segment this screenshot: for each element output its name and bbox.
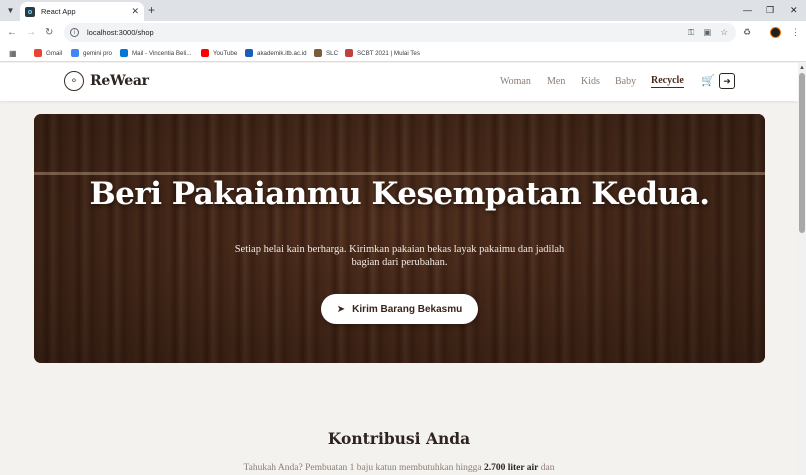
cart-icon[interactable]: 🛒 xyxy=(701,74,715,87)
site-header: ⚬ ReWear Woman Men Kids Baby Recycle 🛒 ➜ xyxy=(0,63,798,101)
logout-icon[interactable]: ➜ xyxy=(719,73,735,89)
send-items-label: Kirim Barang Bekasmu xyxy=(352,303,463,315)
tab-close-icon[interactable]: ✕ xyxy=(131,6,139,17)
contribution-text-start: Tahukah Anda? Pembuatan 1 baju katun mem… xyxy=(243,463,484,473)
bookmark-akademik[interactable]: akademik.itb.ac.id xyxy=(245,47,307,59)
scroll-up-arrow-icon[interactable]: ▲ xyxy=(799,65,805,71)
itb-icon xyxy=(245,49,253,57)
contribution-text-end: dan xyxy=(538,463,555,473)
bookmark-gmail[interactable]: Gmail xyxy=(34,47,62,59)
bookmark-youtube[interactable]: YouTube xyxy=(201,47,237,59)
restore-icon[interactable]: ❐ xyxy=(766,3,774,17)
tab-title: React App xyxy=(41,7,76,16)
site-info-icon[interactable]: i xyxy=(70,28,79,37)
page-viewport: ⚬ ReWear Woman Men Kids Baby Recycle 🛒 ➜… xyxy=(0,63,798,475)
bookmark-slc[interactable]: SLC xyxy=(314,47,338,59)
bookmarks-bar: ▦ Gmail gemini pro Mail - Vincentia Beli… xyxy=(0,44,806,62)
bookmark-gemini[interactable]: gemini pro xyxy=(71,47,112,59)
new-tab-icon[interactable]: + xyxy=(148,4,155,16)
forward-icon[interactable]: → xyxy=(26,26,36,39)
browser-tab[interactable]: React App ✕ xyxy=(20,2,144,21)
contribution-title: Kontribusi Anda xyxy=(327,429,471,448)
slc-icon xyxy=(314,49,322,57)
outlook-icon xyxy=(120,49,128,57)
brand-logo[interactable]: ⚬ ReWear xyxy=(64,71,149,91)
bookmark-mail[interactable]: Mail - Vincentia Beli... xyxy=(120,47,191,59)
window-close-icon[interactable]: ✕ xyxy=(790,3,798,17)
apps-grid-icon[interactable]: ▦ xyxy=(9,47,17,59)
hero-title: Beri Pakaianmu Kesempatan Kedua. xyxy=(89,176,710,212)
hero-background-image xyxy=(34,114,765,363)
react-favicon-icon xyxy=(25,6,35,17)
reload-icon[interactable]: ↻ xyxy=(45,26,53,39)
send-items-button[interactable]: ➤ Kirim Barang Bekasmu xyxy=(321,294,478,324)
browser-tabstrip: ▼ React App ✕ + — ❐ ✕ xyxy=(0,0,806,21)
bookmark-label: Gmail xyxy=(46,49,63,57)
bookmark-label: Mail - Vincentia Beli... xyxy=(132,49,192,57)
address-bar[interactable]: i localhost:3000/shop ⚿ ▣ ☆ xyxy=(64,23,736,42)
send-plane-icon: ➤ xyxy=(336,303,346,315)
page-scrollbar[interactable]: ▲ xyxy=(798,63,806,475)
hero-banner: Beri Pakaianmu Kesempatan Kedua. Setiap … xyxy=(34,114,765,363)
shirt-logo-icon: ⚬ xyxy=(64,71,84,91)
nav-baby[interactable]: Baby xyxy=(615,76,636,87)
tab-search-icon[interactable]: ▼ xyxy=(3,3,18,18)
bookmark-label: akademik.itb.ac.id xyxy=(257,49,307,57)
youtube-icon xyxy=(201,49,209,57)
bookmark-label: gemini pro xyxy=(83,49,112,57)
bookmark-star-icon[interactable]: ☆ xyxy=(720,27,728,38)
bookmark-label: YouTube xyxy=(213,49,238,57)
gmail-icon xyxy=(34,49,42,57)
brand-name: ReWear xyxy=(90,73,149,89)
install-app-icon[interactable]: ▣ xyxy=(703,27,711,38)
nav-kids[interactable]: Kids xyxy=(581,76,600,87)
bookmark-label: SCBT 2021 | Mulai Tes xyxy=(357,49,420,57)
clothing-rack-decoration xyxy=(34,172,765,175)
scrollbar-thumb[interactable] xyxy=(799,73,805,233)
extensions-icon[interactable]: ♻ xyxy=(743,25,751,39)
nav-men[interactable]: Men xyxy=(547,76,565,87)
password-key-icon[interactable]: ⚿ xyxy=(688,27,694,38)
menu-kebab-icon[interactable]: ⋮ xyxy=(791,25,800,39)
scbt-icon xyxy=(345,49,353,57)
back-icon[interactable]: ← xyxy=(7,26,17,39)
contribution-highlight: 2.700 liter air xyxy=(483,463,539,473)
nav-recycle[interactable]: Recycle xyxy=(651,75,684,88)
gemini-icon xyxy=(71,49,79,57)
hero-subtitle: Setiap helai kain berharga. Kirimkan pak… xyxy=(234,244,565,268)
minimize-icon[interactable]: — xyxy=(743,3,752,17)
contribution-text: Tahukah Anda? Pembuatan 1 baju katun mem… xyxy=(0,463,798,473)
browser-toolbar: ← → ↻ i localhost:3000/shop ⚿ ▣ ☆ ♻ ⋮ xyxy=(0,21,806,44)
bookmark-label: SLC xyxy=(326,49,339,57)
bookmark-scbt[interactable]: SCBT 2021 | Mulai Tes xyxy=(345,47,420,59)
address-url[interactable]: localhost:3000/shop xyxy=(87,28,154,37)
profile-avatar[interactable] xyxy=(770,27,781,38)
nav-woman[interactable]: Woman xyxy=(500,76,531,87)
